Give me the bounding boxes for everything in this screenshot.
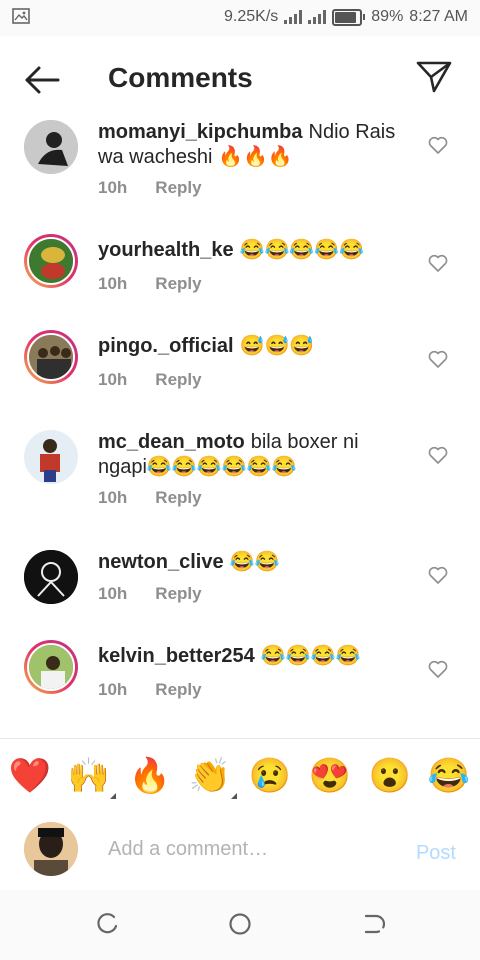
emoji-button[interactable]: 😮: [369, 755, 411, 797]
avatar[interactable]: [24, 640, 78, 694]
comment-username[interactable]: pingo._official: [98, 335, 234, 357]
battery-icon: [332, 8, 366, 26]
reply-button[interactable]: Reply: [155, 680, 201, 699]
comment-time: 10h: [98, 370, 128, 389]
emoji-button[interactable]: 🔥: [129, 755, 171, 797]
like-heart-icon[interactable]: [428, 566, 448, 584]
comment-meta: 10h Reply: [98, 584, 202, 604]
comment-body: 😂😂😂😂😂: [239, 239, 365, 261]
comment-time: 10h: [98, 680, 128, 699]
comment-body: 😅😅😅: [239, 335, 315, 357]
comment-username[interactable]: yourhealth_ke: [98, 239, 234, 261]
comment-body: 😂😂😂😂: [260, 645, 361, 667]
post-button[interactable]: Post: [416, 842, 456, 865]
clock: 8:27 AM: [409, 8, 468, 25]
emoji-button[interactable]: 😂: [428, 755, 470, 797]
emoji-button[interactable]: 🙌: [67, 755, 116, 799]
comment-username[interactable]: newton_clive: [98, 551, 224, 573]
skin-tone-indicator: [231, 793, 237, 799]
comment-username[interactable]: kelvin_better254: [98, 645, 255, 667]
comment-input[interactable]: [108, 838, 388, 861]
recent-apps-icon[interactable]: [96, 912, 120, 936]
comment-text: kelvin_better254 😂😂😂😂: [98, 644, 398, 669]
battery-percent: 89%: [371, 8, 404, 25]
page-title: Comments: [108, 62, 253, 93]
avatar[interactable]: [24, 550, 78, 604]
emoji-glyph: 🙌: [67, 757, 111, 795]
comment-text: newton_clive 😂😂: [98, 550, 398, 575]
like-heart-icon[interactable]: [428, 446, 448, 464]
avatar[interactable]: [24, 430, 78, 484]
reply-button[interactable]: Reply: [155, 370, 201, 389]
signal-icon-2: [308, 10, 327, 24]
comment-body: 😂😂: [229, 551, 280, 573]
reply-button[interactable]: Reply: [155, 584, 201, 603]
comment-time: 10h: [98, 274, 128, 293]
comment-username[interactable]: momanyi_kipchumba: [98, 121, 303, 143]
reply-button[interactable]: Reply: [155, 178, 201, 197]
reply-button[interactable]: Reply: [155, 488, 201, 507]
like-heart-icon[interactable]: [428, 136, 448, 154]
emoji-button[interactable]: 👏: [188, 755, 237, 799]
comment-composer: Post: [0, 812, 480, 890]
skin-tone-indicator: [110, 793, 116, 799]
header: Comments: [0, 36, 480, 116]
comment-text: yourhealth_ke 😂😂😂😂😂: [98, 238, 398, 263]
comment-text: momanyi_kipchumba Ndio Rais wa wacheshi 🔥…: [98, 120, 398, 170]
signal-icon-1: [284, 10, 303, 24]
comment-meta: 10h Reply: [98, 370, 202, 390]
comment-time: 10h: [98, 488, 128, 507]
system-nav-bar: [0, 890, 480, 960]
comment-meta: 10h Reply: [98, 680, 202, 700]
comment-time: 10h: [98, 178, 128, 197]
emoji-button[interactable]: ❤️: [9, 755, 51, 797]
comment-meta: 10h Reply: [98, 178, 202, 198]
home-icon[interactable]: [228, 912, 252, 936]
comment-text: mc_dean_moto bila boxer ni ngapi😂😂😂😂😂😂: [98, 430, 398, 480]
comment-username[interactable]: mc_dean_moto: [98, 431, 245, 453]
avatar[interactable]: [24, 234, 78, 288]
comment-meta: 10h Reply: [98, 274, 202, 294]
send-icon[interactable]: [416, 60, 452, 94]
back-arrow-icon[interactable]: [24, 66, 60, 94]
network-speed: 9.25K/s: [224, 8, 279, 25]
emoji-glyph: 👏: [188, 757, 232, 795]
emoji-button[interactable]: 😍: [309, 755, 351, 797]
emoji-button[interactable]: 😢: [249, 755, 291, 797]
emoji-quick-bar: ❤️ 🙌 🔥 👏 😢 😍 😮 😂: [0, 738, 480, 814]
like-heart-icon[interactable]: [428, 660, 448, 678]
like-heart-icon[interactable]: [428, 254, 448, 272]
my-avatar: [24, 822, 78, 876]
reply-button[interactable]: Reply: [155, 274, 201, 293]
status-bar: 9.25K/s 89% 8:27 AM: [0, 0, 480, 36]
comment-meta: 10h Reply: [98, 488, 202, 508]
like-heart-icon[interactable]: [428, 350, 448, 368]
status-indicators: 9.25K/s 89% 8:27 AM: [224, 8, 468, 26]
gallery-icon: [12, 8, 30, 24]
comment-time: 10h: [98, 584, 128, 603]
avatar[interactable]: [24, 120, 78, 174]
avatar[interactable]: [24, 330, 78, 384]
back-nav-icon[interactable]: [362, 912, 386, 936]
comment-text: pingo._official 😅😅😅: [98, 334, 398, 359]
